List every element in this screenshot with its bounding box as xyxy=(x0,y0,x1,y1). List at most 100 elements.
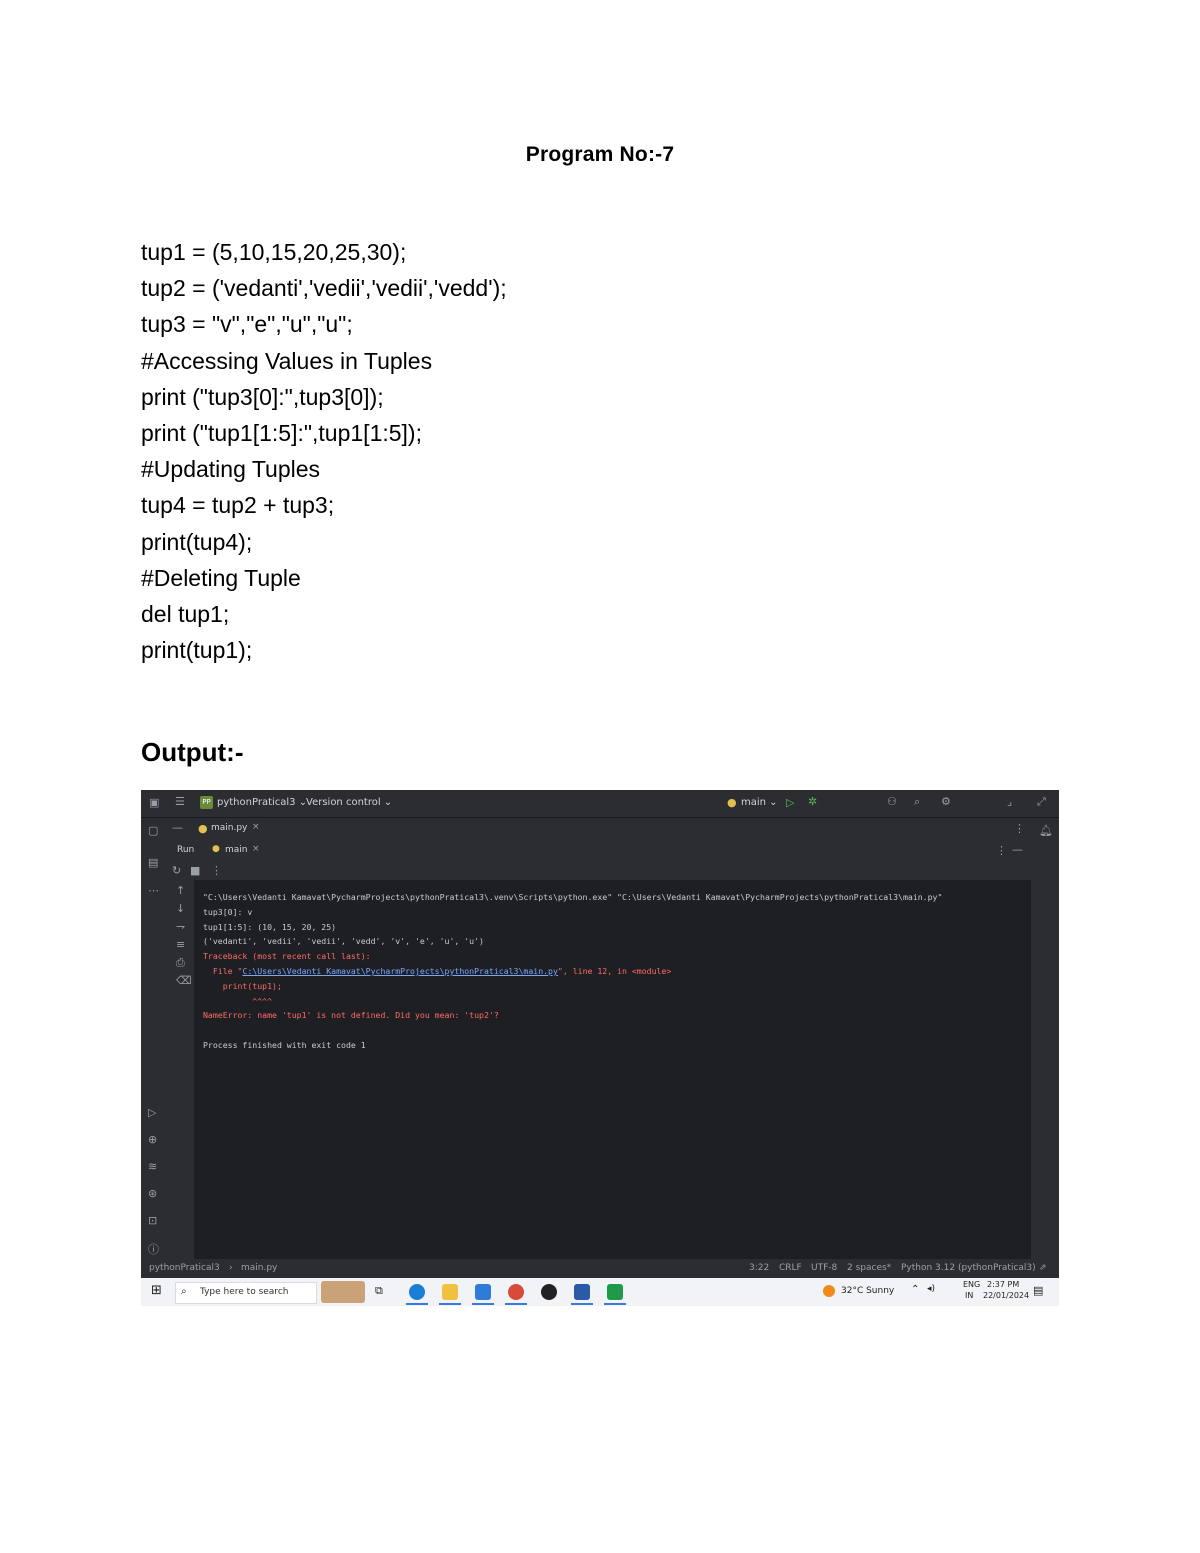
code-line: #Accessing Values in Tuples xyxy=(141,347,433,374)
scroll-up-icon[interactable]: ↑ xyxy=(176,884,185,897)
tab-main-py[interactable]: main.py xyxy=(211,823,247,833)
run-label: Run xyxy=(177,845,195,855)
rerun-icon[interactable]: ↻ xyxy=(172,864,181,877)
code-line: tup3 = "v","e","u","u"; xyxy=(141,311,353,338)
mail-icon[interactable] xyxy=(475,1284,491,1300)
active-indicator xyxy=(439,1303,461,1305)
hide-panel-icon[interactable]: — xyxy=(1012,843,1023,856)
project-view-icon[interactable]: ▢ xyxy=(148,824,158,837)
console-side-toolbar: ↑ ↓ ⇁ ≡ ⎙ ⌫ xyxy=(168,880,194,1259)
active-indicator xyxy=(571,1303,593,1305)
task-view-icon[interactable]: ⧉ xyxy=(375,1284,383,1298)
volume-icon[interactable]: ◂) xyxy=(927,1284,935,1294)
console-command: "C:\Users\Vedanti Kamavat\PycharmProject… xyxy=(203,892,943,902)
notification-center-icon[interactable]: ▤ xyxy=(1033,1284,1043,1297)
console-line: tup1[1:5]: (10, 15, 20, 25) xyxy=(203,921,337,932)
code-line: #Updating Tuples xyxy=(141,456,321,483)
run-tool-header: Run ● main × ⋮ — xyxy=(168,840,1059,862)
code-line: #Deleting Tuple xyxy=(141,564,301,591)
traceback-header: Traceback (most recent call last): xyxy=(203,951,371,962)
scroll-to-end-icon[interactable]: ≡ xyxy=(176,938,185,951)
code-line: print ("tup1[1:5]:",tup1[1:5]); xyxy=(141,420,422,447)
cursor-position[interactable]: 3:22 xyxy=(749,1263,769,1273)
traceback-file-suffix: ", line 12, in <module> xyxy=(557,965,672,976)
layers-icon[interactable]: ≋ xyxy=(148,1160,157,1173)
soft-wrap-icon[interactable]: ⇁ xyxy=(176,920,185,933)
debug-icon[interactable]: ✲ xyxy=(808,795,817,808)
code-listing: tup1 = (5,10,15,20,25,30); tup2 = ('veda… xyxy=(141,234,507,668)
run-config-selector[interactable]: main ⌄ xyxy=(741,797,778,808)
output-heading: Output:- xyxy=(141,737,244,767)
breadcrumb-separator: › xyxy=(229,1263,233,1273)
search-icon[interactable]: ⌕ xyxy=(914,795,920,809)
run-tool-icon[interactable]: ▷ xyxy=(148,1106,156,1119)
traceback-caret: ^^^^ xyxy=(203,995,273,1006)
close-run-tab-icon[interactable]: × xyxy=(252,844,260,854)
taskbar-search[interactable]: ⌕ Type here to search xyxy=(175,1282,317,1304)
code-line: print(tup1); xyxy=(141,637,253,664)
active-indicator xyxy=(604,1303,626,1305)
os-taskbar: ⊞ ⌕ Type here to search ⧉ 32°C Sunny ⌃ ◂… xyxy=(141,1278,1059,1306)
weather-text[interactable]: 32°C Sunny xyxy=(841,1286,894,1296)
problems-icon[interactable]: ⓘ xyxy=(148,1241,159,1257)
version-control-menu[interactable]: Version control ⌄ xyxy=(306,797,392,808)
interpreter[interactable]: Python 3.12 (pythonPratical3) xyxy=(901,1263,1036,1273)
more-icon[interactable]: ⋯ xyxy=(148,884,159,897)
run-icon[interactable]: ▷ xyxy=(786,796,794,809)
structure-icon[interactable]: ▤ xyxy=(148,856,158,869)
exit-message: Process finished with exit code 1 xyxy=(203,1039,366,1050)
windows-start-icon[interactable]: ⊞ xyxy=(151,1283,162,1298)
project-badge: PP xyxy=(200,796,213,809)
notifications-icon[interactable]: 🔔︎ xyxy=(1039,824,1053,837)
breadcrumb-project[interactable]: pythonPratical3 xyxy=(149,1263,220,1273)
expand-icon[interactable]: ⤢ xyxy=(1037,795,1046,809)
console-line: tup3[0]: v xyxy=(203,906,253,917)
word-icon[interactable] xyxy=(574,1284,590,1300)
hamburger-menu-icon[interactable]: ☰ xyxy=(175,795,185,808)
more-options-icon[interactable]: ⋮ xyxy=(1014,822,1025,835)
line-separator[interactable]: CRLF xyxy=(779,1263,802,1273)
region-indicator: IN xyxy=(965,1291,974,1300)
run-options-icon[interactable]: ⋮ xyxy=(996,844,1007,857)
python-packages-icon[interactable]: ⊕ xyxy=(148,1133,157,1146)
code-line: tup1 = (5,10,15,20,25,30); xyxy=(141,239,407,265)
run-tab-main[interactable]: main xyxy=(225,845,248,855)
indent-setting[interactable]: 2 spaces* xyxy=(847,1263,891,1273)
project-selector[interactable]: pythonPratical3 ⌄ xyxy=(217,797,307,808)
close-tab-icon[interactable]: × xyxy=(252,822,260,832)
file-encoding[interactable]: UTF-8 xyxy=(811,1263,837,1273)
code-line: print ("tup3[0]:",tup3[0]); xyxy=(141,383,384,410)
ide-logo-icon: ▣ xyxy=(149,796,160,809)
scroll-down-icon[interactable]: ↓ xyxy=(176,902,185,915)
media-player-icon[interactable] xyxy=(541,1284,557,1300)
more-icon[interactable]: ⋮ xyxy=(211,864,222,877)
pycharm-icon[interactable] xyxy=(607,1284,623,1300)
lock-icon[interactable]: ⇗ xyxy=(1039,1263,1047,1273)
file-explorer-icon[interactable] xyxy=(442,1284,458,1300)
tray-chevron-icon[interactable]: ⌃ xyxy=(911,1284,919,1295)
services-icon[interactable]: ⊛ xyxy=(148,1187,157,1200)
python-file-icon: ● xyxy=(198,822,208,835)
console-output: "C:\Users\Vedanti Kamavat\PycharmProject… xyxy=(195,880,1031,1259)
active-indicator xyxy=(472,1303,494,1305)
clock-time[interactable]: 2:37 PM xyxy=(987,1280,1019,1289)
right-tool-strip: 🔔︎ xyxy=(1031,818,1059,1259)
breadcrumb-file[interactable]: main.py xyxy=(241,1263,277,1273)
print-icon[interactable]: ⎙ xyxy=(176,956,185,970)
edge-icon[interactable] xyxy=(409,1284,425,1300)
stop-icon[interactable]: ■ xyxy=(190,864,200,877)
chrome-icon[interactable] xyxy=(508,1284,524,1300)
collapse-icon[interactable]: — xyxy=(172,821,183,834)
clear-icon[interactable]: ⌫ xyxy=(176,974,192,987)
clock-date[interactable]: 22/01/2024 xyxy=(983,1291,1029,1300)
settings-icon[interactable]: ⚙ xyxy=(941,795,951,808)
active-indicator xyxy=(406,1303,428,1305)
traceback-file-link[interactable]: C:\Users\Vedanti Kamavat\PycharmProjects… xyxy=(242,966,557,976)
run-toolbar: ↻ ■ ⋮ xyxy=(168,862,1059,880)
search-placeholder: Type here to search xyxy=(200,1287,289,1297)
python-icon: ● xyxy=(212,844,220,854)
language-indicator[interactable]: ENG xyxy=(963,1280,980,1289)
minimize-icon[interactable]: ⌟ xyxy=(1007,795,1012,808)
add-user-icon[interactable]: ⚇ xyxy=(887,795,897,808)
terminal-icon[interactable]: ⊡ xyxy=(148,1214,157,1227)
